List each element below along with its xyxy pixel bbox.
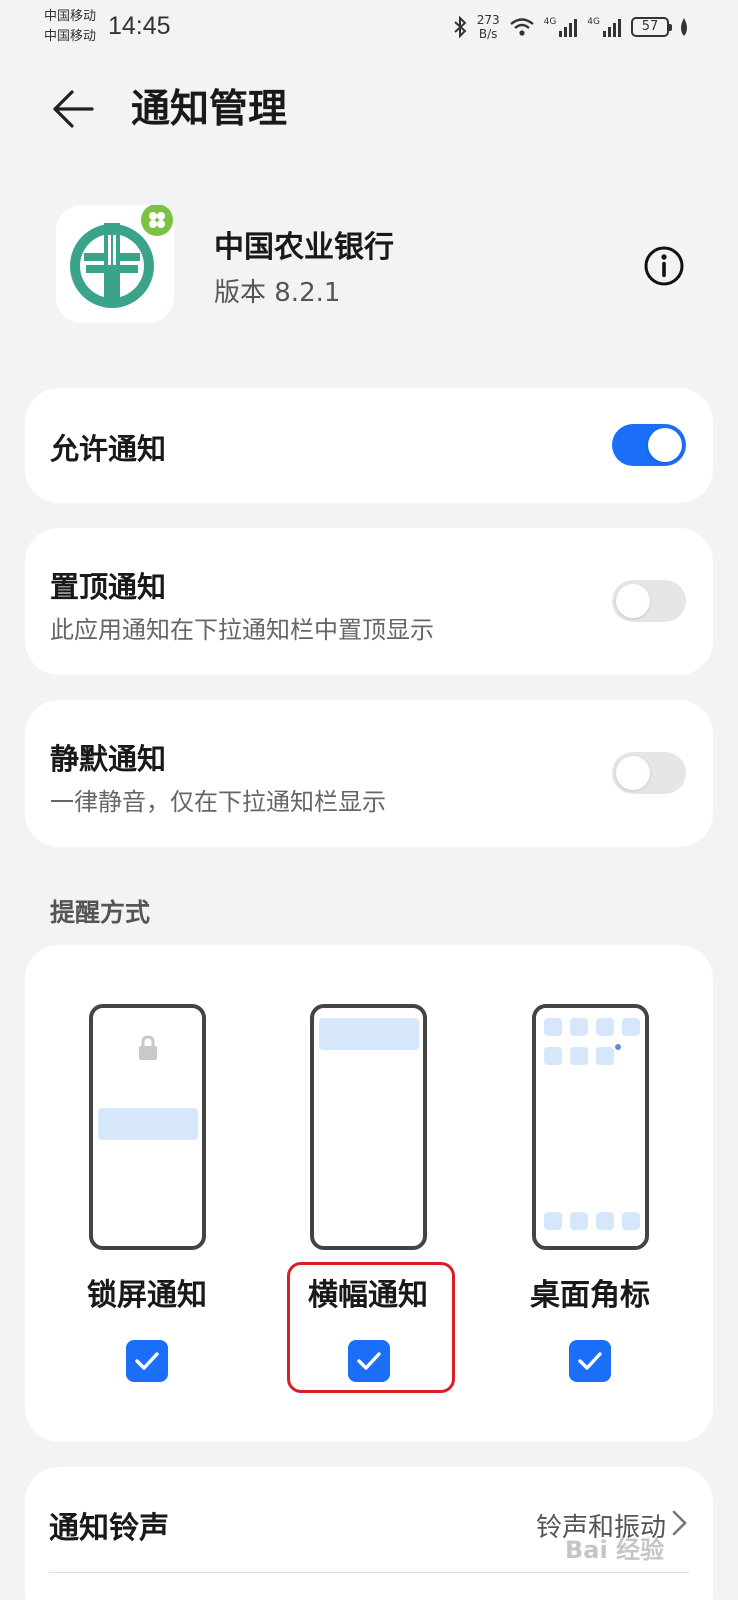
badge-checkbox[interactable] <box>569 1340 611 1382</box>
badge-label: 桌面角标 <box>530 1278 650 1313</box>
status-bar: 中国移动 中国移动 14:45 273 B/s 4G 4G 57 <box>0 0 738 56</box>
badge-preview[interactable] <box>532 1004 649 1250</box>
page-title: 通知管理 <box>131 87 288 132</box>
silent-notifications-title: 静默通知 <box>50 742 167 776</box>
info-circle-icon <box>644 246 684 286</box>
abc-bank-logo <box>70 204 173 308</box>
banner-preview[interactable] <box>310 1004 427 1250</box>
silent-notifications-toggle[interactable] <box>612 752 686 794</box>
app-info-button[interactable] <box>642 244 686 288</box>
carrier-2: 中国移动 <box>44 29 97 44</box>
reminder-section-label: 提醒方式 <box>50 898 151 927</box>
wifi-icon <box>509 18 534 36</box>
notification-settings-screen: 中国移动 中国移动 14:45 273 B/s 4G 4G 57 通知管理 中国… <box>0 0 738 1600</box>
badge-dot <box>615 1044 621 1050</box>
app-icon <box>56 204 174 323</box>
allow-notifications-row[interactable]: 允许通知 <box>25 388 713 503</box>
toggle-knob <box>616 584 650 618</box>
lock-screen-label: 锁屏通知 <box>87 1278 207 1313</box>
lock-screen-checkbox[interactable] <box>126 1340 168 1382</box>
check-icon <box>135 1352 159 1370</box>
silent-notifications-subtitle: 一律静音，仅在下拉通知栏显示 <box>50 788 386 816</box>
phone-frame <box>310 1004 427 1250</box>
banner-highlight-box <box>287 1262 455 1393</box>
notification-bar-preview <box>98 1108 198 1140</box>
battery-icon: 57 <box>631 17 672 37</box>
app-version: 版本 8.2.1 <box>214 278 341 308</box>
app-name: 中国农业银行 <box>214 230 394 265</box>
leaf-icon <box>681 18 687 36</box>
carrier-1: 中国移动 <box>44 9 97 24</box>
toggle-knob <box>616 756 650 790</box>
watermark: Bai 经验 <box>565 1536 665 1564</box>
phone-frame <box>89 1004 206 1250</box>
bluetooth-icon <box>454 15 467 39</box>
notification-bar-preview <box>319 1018 419 1050</box>
silent-notifications-row[interactable]: 静默通知 一律静音，仅在下拉通知栏显示 <box>25 700 713 847</box>
status-time: 14:45 <box>108 12 171 40</box>
signal-icon: 4G <box>544 17 579 37</box>
net-speed: 273 B/s <box>476 13 500 41</box>
signal-icon: 4G <box>587 17 622 37</box>
pin-notifications-toggle[interactable] <box>612 580 686 622</box>
divider <box>49 1572 689 1573</box>
lock-screen-preview[interactable] <box>89 1004 206 1250</box>
app-grid-preview <box>544 1018 641 1065</box>
allow-notifications-toggle[interactable] <box>612 424 686 466</box>
toggle-knob <box>648 428 682 462</box>
lock-icon <box>139 1035 157 1060</box>
back-button[interactable] <box>48 84 98 134</box>
allow-notifications-title: 允许通知 <box>50 432 167 466</box>
chevron-right-icon <box>672 1510 687 1536</box>
carrier-info: 中国移动 中国移动 <box>44 7 96 47</box>
pin-notifications-title: 置顶通知 <box>50 570 167 604</box>
check-icon <box>578 1352 602 1370</box>
pin-notifications-subtitle: 此应用通知在下拉通知栏中置顶显示 <box>50 616 434 644</box>
dock-preview <box>544 1212 640 1230</box>
phone-frame <box>532 1004 649 1250</box>
ringtone-title: 通知铃声 <box>49 1511 169 1546</box>
status-icons: 273 B/s 4G 4G 57 <box>452 12 690 42</box>
arrow-left-icon <box>53 90 94 128</box>
pin-notifications-row[interactable]: 置顶通知 此应用通知在下拉通知栏中置顶显示 <box>25 528 713 675</box>
